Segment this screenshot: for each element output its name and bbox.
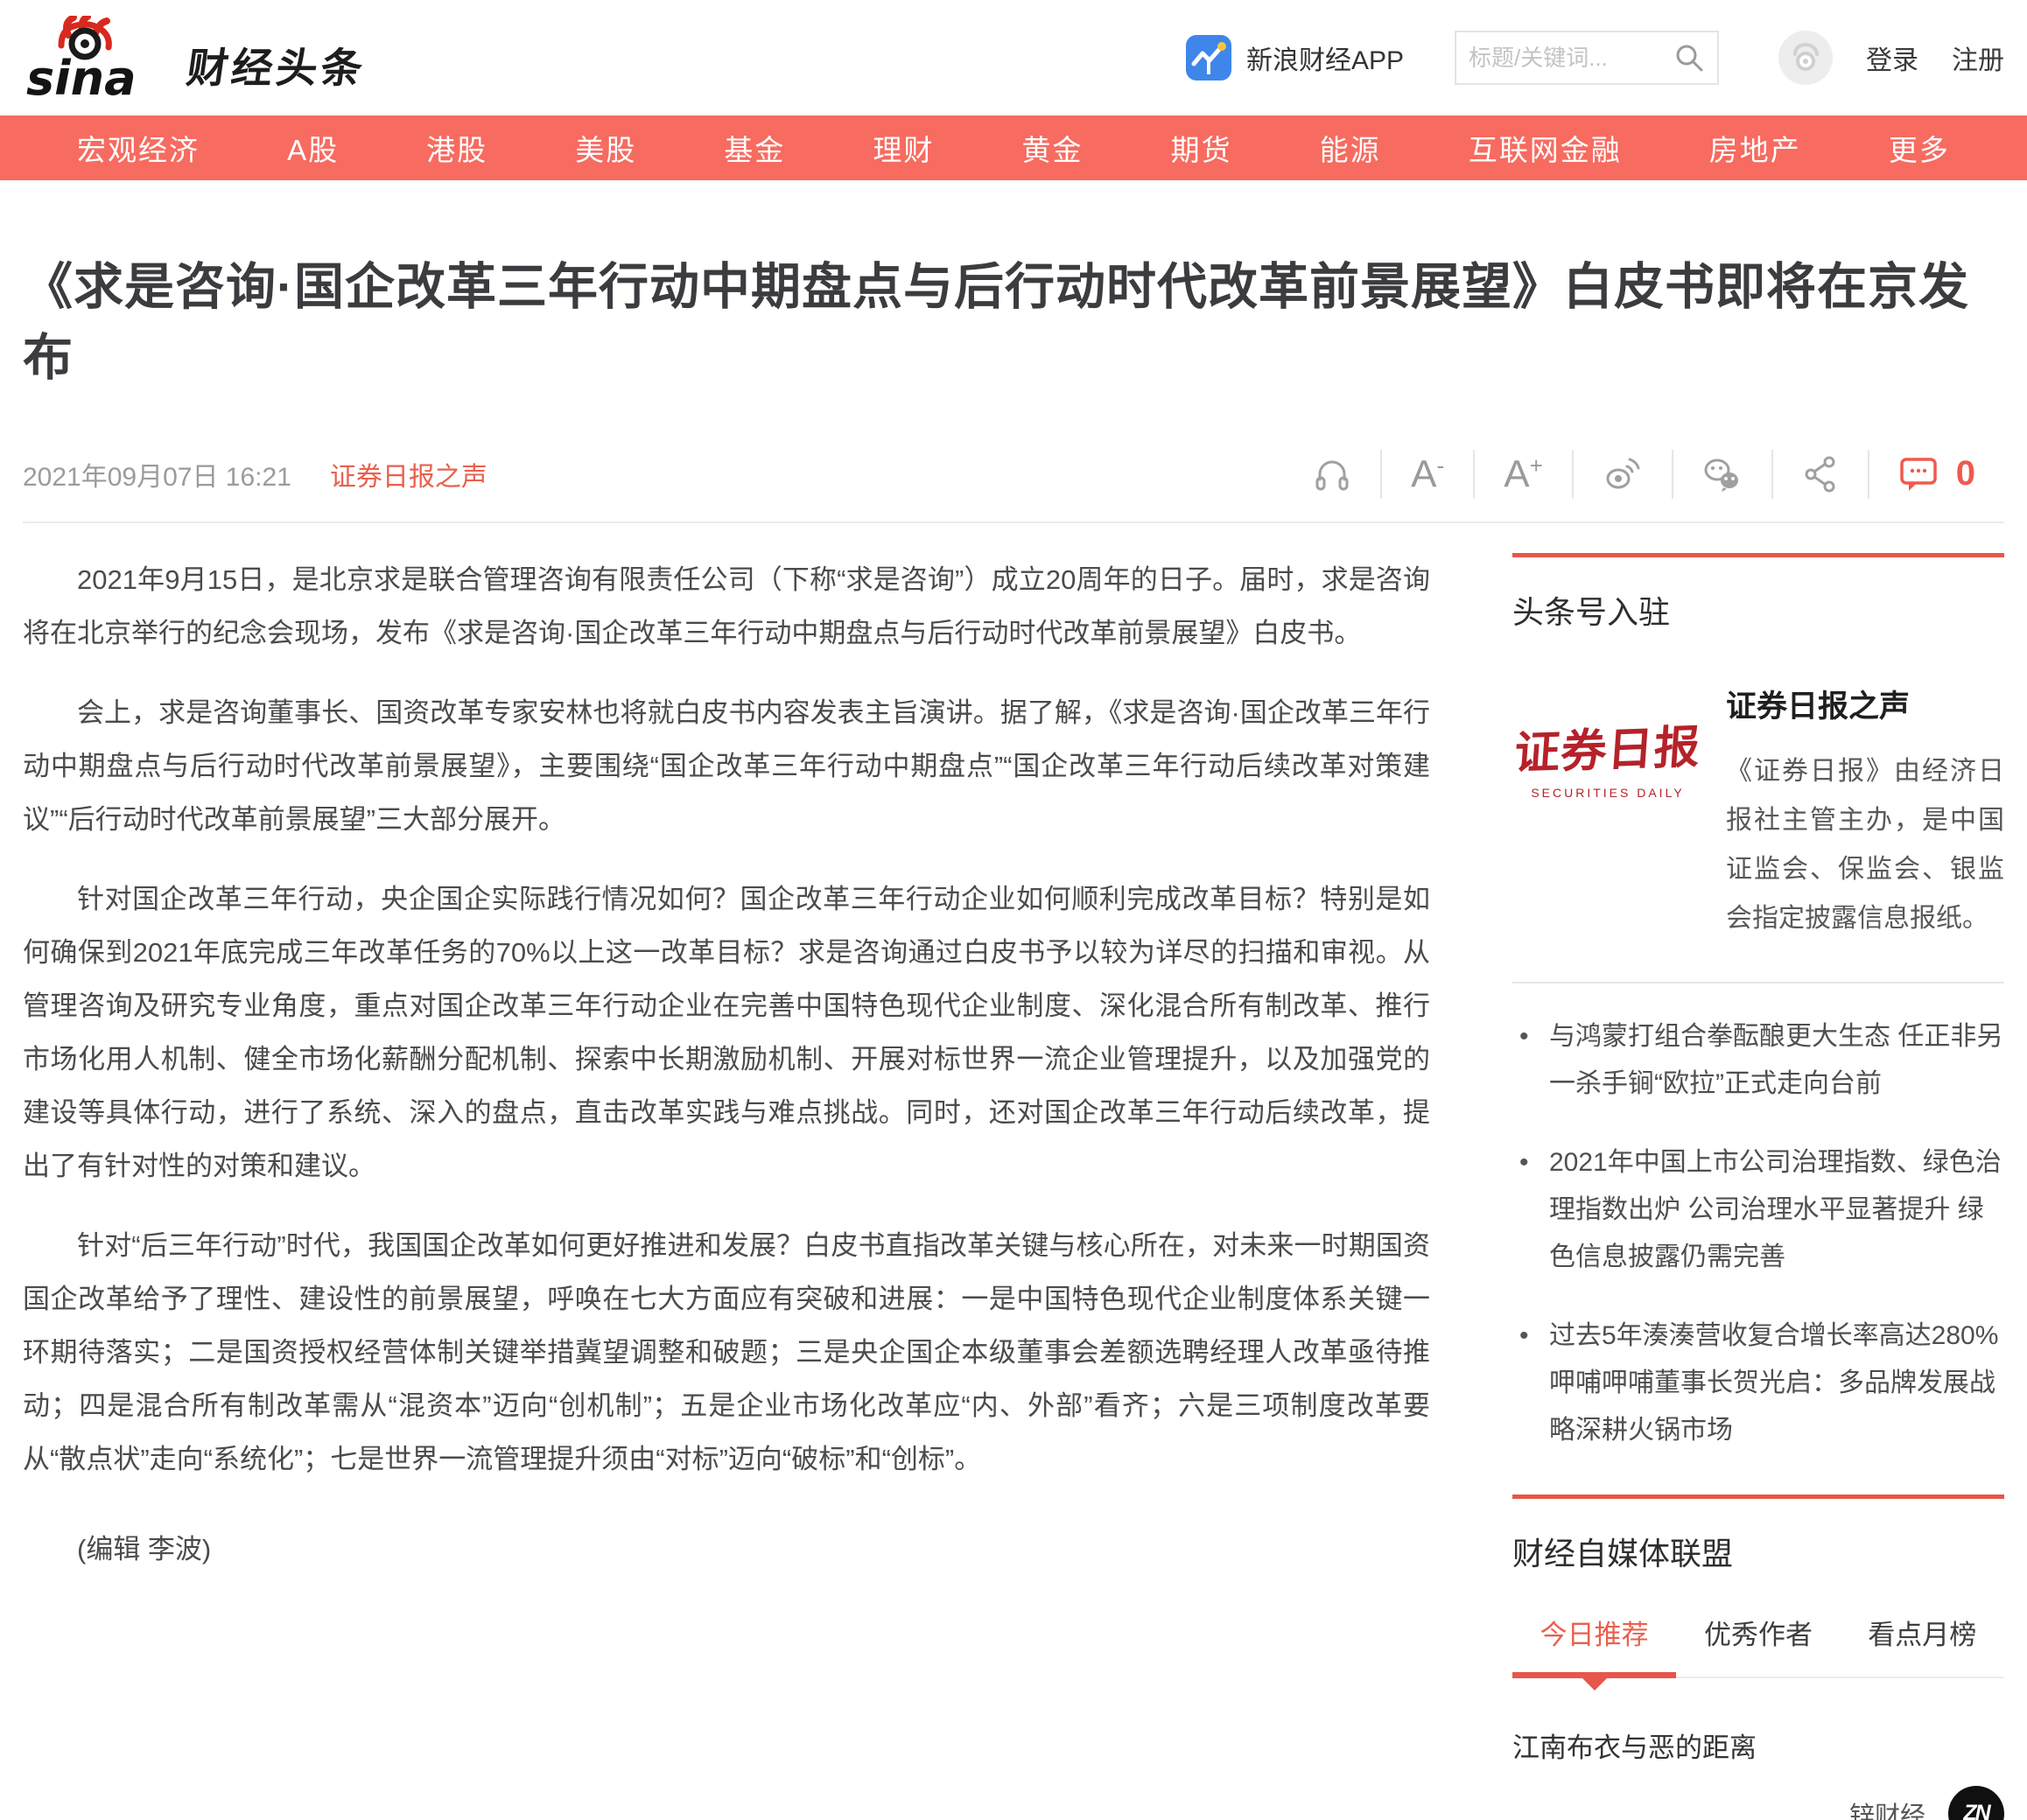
search-input[interactable] [1469,45,1673,72]
publisher-profile[interactable]: 证券日报 SECURITIES DAILY 证券日报之声 《证券日报》由经济日报… [1512,682,2004,943]
article-paragraph: 会上，求是咨询董事长、国资改革专家安林也将就白皮书内容发表主旨演讲。据了解，《求… [23,686,1430,846]
site-header: sina 财经头条 新浪财经APP [0,0,2027,116]
avatar[interactable] [1778,31,1833,85]
share-icon [1802,455,1839,494]
main-nav: 宏观经济 A股 港股 美股 基金 理财 黄金 期货 能源 互联网金融 房地产 更… [0,116,2027,180]
tab-top-authors[interactable]: 优秀作者 [1676,1613,1840,1676]
font-decrease-button[interactable]: A- [1380,450,1473,499]
article-toolbar: A- A+ [1284,450,2004,499]
news-list-item[interactable]: 2021年中国上市公司治理指数、绿色治理指数出炉 公司治理水平显著提升 绿色信息… [1512,1139,2004,1281]
feed-item-title[interactable]: 江南布衣与恶的距离 [1512,1726,2004,1765]
securities-daily-logo-en: SECURITIES DAILY [1512,786,1703,800]
article-paragraph: 针对国企改革三年行动，央企国企实际践行情况如何？国企改革三年行动企业如何顺利完成… [23,872,1430,1193]
article-paragraph: 2021年9月15日，是北京求是联合管理咨询有限责任公司（下称“求是咨询”）成立… [23,553,1430,660]
nav-item-energy[interactable]: 能源 [1320,127,1381,169]
editor-note: (编辑 李波) [23,1522,1430,1576]
tab-today-picks[interactable]: 今日推荐 [1512,1613,1676,1676]
site-name: 财经头条 [183,34,371,100]
nav-item-funds[interactable]: 基金 [724,127,785,169]
news-list-item[interactable]: 过去5年湊湊营收复合增长率高达280% 呷哺呷哺董事长贺光启：多品牌发展战略深耕… [1512,1312,2004,1454]
app-label: 新浪财经APP [1246,38,1404,77]
sina-logo[interactable]: sina 财经头条 [23,16,366,100]
font-increase-button[interactable]: A+ [1473,450,1572,499]
finance-app-icon [1185,34,1232,81]
nav-item-gold[interactable]: 黄金 [1021,127,1083,169]
feed-item-author-row: 锌财经 ZN [1512,1786,2004,1820]
wechat-icon [1702,455,1743,494]
source-link[interactable]: 证券日报之声 [330,455,487,494]
news-list-item[interactable]: 与鸿蒙打组合拳酝酿更大生态 任正非另一杀手锏“欧拉”正式走向台前 [1512,1013,2004,1108]
sidebar: 头条号入驻 证券日报 SECURITIES DAILY 证券日报之声 《证券日报… [1512,553,2004,1820]
finance-app-link[interactable]: 新浪财经APP [1185,34,1404,81]
search-box[interactable] [1455,31,1719,85]
nav-item-us-stocks[interactable]: 美股 [575,127,636,169]
topbar-right: 新浪财经APP 登录 注册 [1185,31,2004,85]
search-icon[interactable] [1673,42,1705,74]
feed-item: 江南布衣与恶的距离 锌财经 ZN [1512,1726,2004,1820]
nav-item-wealth[interactable]: 理财 [873,127,934,169]
tab-monthly-rank[interactable]: 看点月榜 [1841,1613,2004,1676]
article-meta: 2021年09月07日 16:21 证券日报之声 A- A+ [23,450,2004,523]
publish-date: 2021年09月07日 16:21 [23,455,291,494]
nav-item-fintech[interactable]: 互联网金融 [1469,127,1622,169]
share-weibo-button[interactable] [1572,450,1672,499]
publisher-desc: 《证券日报》由经济日报社主管主办，是中国证监会、保监会、银监会指定披露信息报纸。 [1726,747,2004,943]
headphones-icon [1313,455,1351,494]
toutiao-section: 头条号入驻 证券日报 SECURITIES DAILY 证券日报之声 《证券日报… [1512,553,2004,1454]
securities-daily-logo-cn: 证券日报 [1510,710,1706,782]
weibo-icon [1603,455,1643,494]
font-decrease-icon: A- [1411,454,1444,494]
toutiao-heading: 头条号入驻 [1512,587,2004,633]
alliance-tabs: 今日推荐 优秀作者 看点月榜 [1512,1613,2004,1678]
svg-text:sina: sina [26,51,137,100]
comment-button[interactable]: 0 [1868,450,2004,499]
share-more-button[interactable] [1771,450,1868,499]
publisher-name[interactable]: 证券日报之声 [1726,682,2004,726]
share-wechat-button[interactable] [1672,450,1771,499]
listen-button[interactable] [1284,450,1380,499]
article-paragraph: 针对“后三年行动”时代，我国国企改革如何更好推进和发展？白皮书直指改革关键与核心… [23,1219,1430,1486]
article-title: 《求是咨询·国企改革三年行动中期盘点与后行动时代改革前景展望》白皮书即将在京发布 [23,252,2004,394]
comment-count: 0 [1956,454,1975,494]
sina-eye-icon: sina [23,16,170,100]
nav-item-hk-stocks[interactable]: 港股 [426,127,487,169]
divider [1512,982,2004,984]
user-eye-icon [1788,40,1823,75]
securities-daily-logo: 证券日报 SECURITIES DAILY [1512,682,1703,943]
nav-item-a-shares[interactable]: A股 [287,127,339,169]
nav-item-more[interactable]: 更多 [1889,127,1950,169]
font-increase-icon: A+ [1504,454,1543,494]
feed-item-author[interactable]: 锌财经 [1849,1796,1925,1820]
login-link[interactable]: 登录 [1866,38,1918,77]
register-link[interactable]: 注册 [1952,38,2004,77]
nav-item-macro[interactable]: 宏观经济 [77,127,200,169]
publisher-news-list: 与鸿蒙打组合拳酝酿更大生态 任正非另一杀手锏“欧拉”正式走向台前 2021年中国… [1512,1013,2004,1454]
nav-item-futures[interactable]: 期货 [1171,127,1232,169]
article-body: 2021年9月15日，是北京求是联合管理咨询有限责任公司（下称“求是咨询”）成立… [23,553,1430,1820]
nav-item-realestate[interactable]: 房地产 [1709,127,1801,169]
comment-icon [1898,454,1939,494]
alliance-section: 财经自媒体联盟 今日推荐 优秀作者 看点月榜 江南布衣与恶的距离 锌财经 ZN … [1512,1494,2004,1820]
zn-finance-logo[interactable]: ZN [1948,1786,2004,1820]
alliance-heading: 财经自媒体联盟 [1512,1529,2004,1574]
main: 《求是咨询·国企改革三年行动中期盘点与后行动时代改革前景展望》白皮书即将在京发布… [0,252,2027,1820]
